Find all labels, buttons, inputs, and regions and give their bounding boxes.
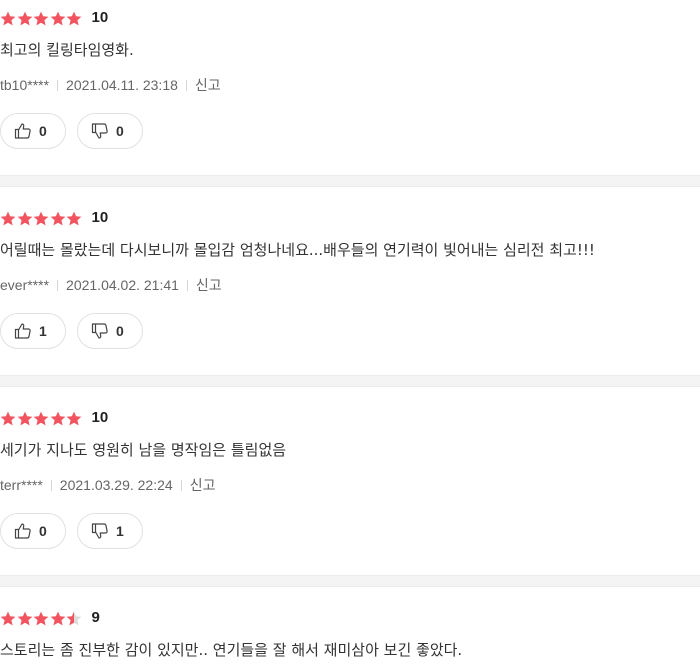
rating: 10 <box>0 209 108 227</box>
star-filled-icon <box>50 11 65 25</box>
star-filled-icon <box>66 11 82 25</box>
like-count: 0 <box>39 123 47 139</box>
separator <box>180 479 182 491</box>
like-button[interactable]: 0 <box>0 513 66 549</box>
thumbs-down-icon <box>91 522 109 540</box>
report-link[interactable]: 신고 <box>196 275 222 295</box>
separator <box>57 279 59 291</box>
like-button[interactable]: 0 <box>0 113 66 149</box>
star-filled-icon <box>0 211 16 225</box>
dislike-button[interactable]: 0 <box>77 113 143 149</box>
dislike-count: 1 <box>116 523 124 539</box>
star-filled-icon <box>17 211 32 225</box>
review-meta: terr**** 2021.03.29. 22:24 신고 <box>0 476 215 494</box>
report-link[interactable]: 신고 <box>190 475 216 495</box>
author-id: tb10**** <box>0 77 50 93</box>
star-filled-icon <box>66 411 82 425</box>
star-rating <box>0 11 83 26</box>
review-text: 최고의 킬링타임영화. <box>0 41 134 59</box>
star-filled-icon <box>17 11 32 25</box>
dislike-count: 0 <box>116 123 124 139</box>
star-filled-icon <box>17 411 32 425</box>
review-date: 2021.04.11. 23:18 <box>66 77 178 93</box>
star-filled-icon <box>0 11 16 25</box>
review-meta: tb10**** 2021.04.11. 23:18 신고 <box>0 76 221 94</box>
separator <box>57 79 59 91</box>
star-rating <box>0 411 83 426</box>
review-text: 어릴때는 몰랐는데 다시보니까 몰입감 엄청나네요...배우들의 연기력이 빛어… <box>0 241 595 259</box>
rating-score: 10 <box>91 209 109 226</box>
review-date: 2021.03.29. 22:24 <box>59 477 173 493</box>
thumbs-up-icon <box>14 122 32 140</box>
star-filled-icon <box>33 411 49 425</box>
vote-buttons: 0 0 <box>0 113 154 149</box>
thumbs-down-icon <box>91 122 109 140</box>
dislike-button[interactable]: 0 <box>77 313 143 349</box>
review-meta: ever**** 2021.04.02. 21:41 신고 <box>0 276 222 294</box>
separator <box>186 279 188 291</box>
review-text: 세기가 지나도 영원히 남을 명작임은 틀림없음 <box>0 441 287 459</box>
star-filled-icon <box>33 11 49 25</box>
star-filled-icon <box>50 211 65 225</box>
rating-score: 10 <box>91 9 109 26</box>
thumbs-down-icon <box>91 322 109 340</box>
star-filled-icon <box>17 611 32 625</box>
star-filled-icon <box>66 211 82 225</box>
report-link[interactable]: 신고 <box>195 75 221 95</box>
author-id: terr**** <box>0 477 43 493</box>
author-id: ever**** <box>0 277 50 293</box>
rating: 10 <box>0 409 108 427</box>
star-filled-icon <box>33 611 49 625</box>
star-filled-icon <box>50 411 65 425</box>
separator <box>50 479 52 491</box>
separator <box>185 79 187 91</box>
like-button[interactable]: 1 <box>0 313 66 349</box>
star-filled-icon <box>0 411 16 425</box>
star-rating <box>0 611 83 626</box>
section-divider <box>0 575 700 587</box>
dislike-count: 0 <box>116 323 124 339</box>
like-count: 0 <box>39 523 47 539</box>
review-text: 스토리는 좀 진부한 감이 있지만.. 연기들을 잘 해서 재미삼아 보긴 좋았… <box>0 641 463 659</box>
star-half-icon <box>66 611 82 625</box>
star-filled-icon <box>33 211 49 225</box>
rating-score: 9 <box>91 609 100 626</box>
like-count: 1 <box>39 323 47 339</box>
rating: 10 <box>0 9 108 27</box>
thumbs-up-icon <box>14 322 32 340</box>
rating: 9 <box>0 609 100 627</box>
star-filled-icon <box>0 611 16 625</box>
star-rating <box>0 211 83 226</box>
rating-score: 10 <box>91 409 109 426</box>
section-divider <box>0 375 700 387</box>
review-date: 2021.04.02. 21:41 <box>66 277 179 293</box>
star-filled-icon <box>50 611 65 625</box>
vote-buttons: 0 1 <box>0 513 154 549</box>
thumbs-up-icon <box>14 522 32 540</box>
vote-buttons: 1 0 <box>0 313 154 349</box>
dislike-button[interactable]: 1 <box>77 513 143 549</box>
section-divider <box>0 175 700 187</box>
